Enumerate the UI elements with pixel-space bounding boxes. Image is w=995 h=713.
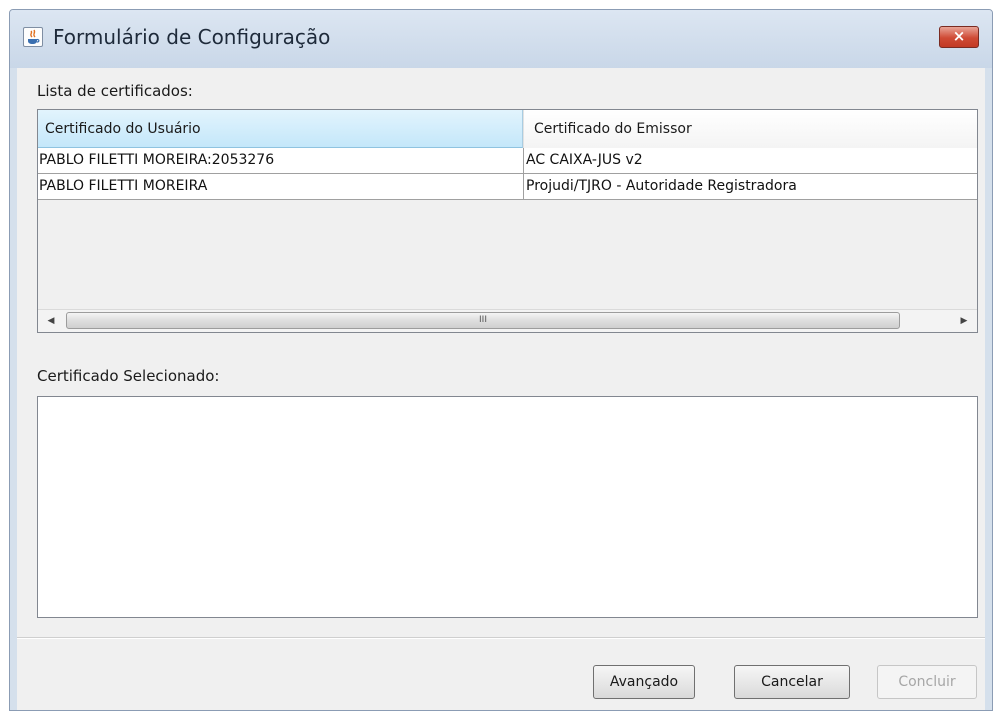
config-dialog: Formulário de Configuração × Lista de ce… [9, 9, 993, 711]
close-icon: × [952, 27, 966, 45]
window-title: Formulário de Configuração [53, 25, 331, 49]
issuer-certificate-cell: AC CAIXA-JUS v2 [526, 152, 643, 168]
certificate-list-label: Lista de certificados: [37, 82, 193, 100]
footer-divider [17, 637, 985, 639]
table-row[interactable]: PABLO FILETTI MOREIRA Projudi/TJRO - Aut… [38, 174, 977, 200]
table-header: Certificado do Usuário Certificado do Em… [38, 110, 977, 149]
java-app-icon [23, 27, 43, 47]
horizontal-scrollbar[interactable]: ◀ III ▶ [38, 309, 977, 332]
close-button[interactable]: × [939, 26, 979, 48]
column-header-issuer-certificate[interactable]: Certificado do Emissor [523, 110, 977, 148]
advanced-button[interactable]: Avançado [593, 665, 695, 699]
scroll-right-arrow-icon[interactable]: ▶ [953, 310, 975, 332]
scroll-left-arrow-icon[interactable]: ◀ [40, 310, 62, 332]
dialog-content: Lista de certificados: Certificado do Us… [17, 68, 985, 710]
table-row[interactable]: PABLO FILETTI MOREIRA:2053276 AC CAIXA-J… [38, 148, 977, 174]
certificate-table: Certificado do Usuário Certificado do Em… [37, 109, 978, 333]
selected-certificate-details[interactable] [37, 396, 978, 618]
grip-icon: III [479, 315, 487, 325]
issuer-certificate-cell: Projudi/TJRO - Autoridade Registradora [526, 178, 797, 194]
finish-button[interactable]: Concluir [877, 665, 977, 699]
scrollbar-thumb[interactable]: III [66, 312, 900, 329]
cancel-button[interactable]: Cancelar [734, 665, 850, 699]
user-certificate-cell: PABLO FILETTI MOREIRA [38, 174, 524, 199]
title-bar[interactable]: Formulário de Configuração × [10, 10, 992, 68]
user-certificate-cell: PABLO FILETTI MOREIRA:2053276 [38, 148, 524, 173]
column-header-user-certificate[interactable]: Certificado do Usuário [38, 110, 523, 148]
selected-certificate-label: Certificado Selecionado: [37, 367, 220, 385]
